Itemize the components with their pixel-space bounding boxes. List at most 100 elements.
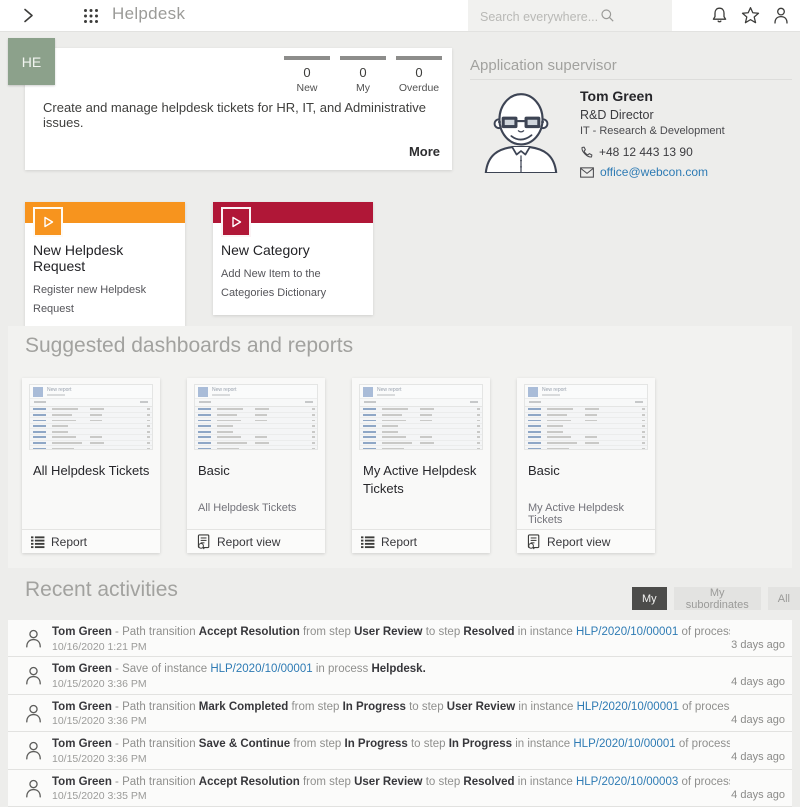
card-footer-label: Report view <box>217 535 280 549</box>
hero-description: Create and manage helpdesk tickets for H… <box>43 100 435 130</box>
play-icon[interactable] <box>33 207 63 237</box>
card-thumbnail: New report <box>194 384 318 450</box>
apps-grid-icon[interactable] <box>82 7 100 25</box>
dashboard-card[interactable]: New report Basic My Active Helpdesk Tick… <box>517 378 655 553</box>
counter: 0 New <box>284 56 330 94</box>
activity-age: 4 days ago <box>731 789 785 801</box>
suggested-section: Suggested dashboards and reports New rep… <box>8 326 792 568</box>
counter-value: 0 <box>340 65 386 80</box>
counter-bar <box>396 56 442 60</box>
activity-date: 10/16/2020 1:21 PM <box>52 641 147 653</box>
activity-row: Tom Green - Path transition Accept Resol… <box>8 620 792 657</box>
dashboard-card[interactable]: New report My Active Helpdesk Tickets Re… <box>352 378 490 553</box>
counter-bar <box>284 56 330 60</box>
thumb-report-label: New report <box>377 387 401 393</box>
supervisor-divider <box>470 79 792 80</box>
activity-filters: My My subordinates All <box>632 587 800 610</box>
thumb-report-label: New report <box>542 387 566 393</box>
supervisor-phone: +48 12 443 13 90 <box>599 145 693 159</box>
activity-age: 4 days ago <box>731 676 785 688</box>
table-icon <box>31 535 45 549</box>
thumb-report-tile <box>33 387 43 397</box>
instance-link[interactable]: HLP/2020/10/00001 <box>576 626 678 638</box>
card-footer: Report view <box>517 529 655 553</box>
counter-label: New <box>284 82 330 94</box>
activity-text: Tom Green - Save of instance HLP/2020/10… <box>52 663 730 675</box>
activity-row: Tom Green - Path transition Save & Conti… <box>8 732 792 769</box>
user-icon <box>24 665 43 686</box>
activity-date: 10/15/2020 3:35 PM <box>52 790 147 802</box>
thumb-report-tile <box>363 387 373 397</box>
helpdesk-portal-page: Helpdesk HE 0 New 0 My 0 Overdue Create <box>0 0 800 807</box>
counter-label: My <box>340 82 386 94</box>
instance-link[interactable]: HLP/2020/10/00001 <box>573 738 675 750</box>
favorites-star-icon[interactable] <box>741 6 760 25</box>
card-title: My Active Helpdesk Tickets <box>363 462 482 497</box>
activity-date: 10/15/2020 3:36 PM <box>52 678 147 690</box>
card-footer: Report view <box>187 529 325 553</box>
supervisor-email-link[interactable]: office@webcon.com <box>600 165 708 179</box>
dashboard-card[interactable]: New report Basic All Helpdesk Tickets Re… <box>187 378 325 553</box>
action-tile[interactable]: New Category Add New Item to the Categor… <box>213 202 373 315</box>
dashboard-card[interactable]: New report All Helpdesk Tickets Report <box>22 378 160 553</box>
card-thumbnail: New report <box>359 384 483 450</box>
counter-value: 0 <box>284 65 330 80</box>
thumb-report-tile <box>198 387 208 397</box>
action-subtitle: Add New Item to the Categories Dictionar… <box>213 258 373 302</box>
counter-label: Overdue <box>396 82 442 94</box>
counter: 0 Overdue <box>396 56 442 94</box>
supervisor-department: IT - Research & Development <box>580 125 795 137</box>
phone-icon <box>580 146 593 159</box>
counters: 0 New 0 My 0 Overdue <box>284 56 442 94</box>
suggested-heading: Suggested dashboards and reports <box>25 334 353 358</box>
page-title: Helpdesk <box>112 4 185 24</box>
search-input[interactable] <box>478 0 600 33</box>
filter-button[interactable]: My <box>632 587 667 610</box>
thumb-report-label: New report <box>47 387 71 393</box>
card-footer-label: Report <box>51 535 87 549</box>
more-button[interactable]: More <box>409 144 440 159</box>
filter-button[interactable]: My subordinates <box>674 587 761 610</box>
top-bar: Helpdesk <box>0 0 800 32</box>
profile-icon[interactable] <box>772 6 790 25</box>
activity-text: Tom Green - Path transition Save & Conti… <box>52 738 730 750</box>
instance-link[interactable]: HLP/2020/10/00001 <box>577 701 679 713</box>
report-view-icon <box>196 534 211 550</box>
card-footer: Report <box>22 529 160 553</box>
activity-row: Tom Green - Save of instance HLP/2020/10… <box>8 657 792 694</box>
supervisor-details: Tom Green R&D Director IT - Research & D… <box>580 88 795 185</box>
app-tile[interactable]: HE <box>8 38 55 85</box>
card-subtitle: My Active Helpdesk Tickets <box>528 502 650 526</box>
card-thumbnail: New report <box>29 384 153 450</box>
card-subtitle: All Helpdesk Tickets <box>198 502 320 514</box>
user-icon <box>24 628 43 649</box>
notifications-bell-icon[interactable] <box>710 6 729 26</box>
supervisor-heading: Application supervisor <box>470 57 617 74</box>
supervisor-name: Tom Green <box>580 88 795 104</box>
activity-date: 10/15/2020 3:36 PM <box>52 753 147 765</box>
supervisor-role: R&D Director <box>580 108 795 122</box>
filter-button[interactable]: All <box>768 587 800 610</box>
table-icon <box>361 535 375 549</box>
play-icon[interactable] <box>221 207 251 237</box>
activities-heading: Recent activities <box>25 578 178 602</box>
card-title: Basic <box>528 462 647 480</box>
instance-link[interactable]: HLP/2020/10/00001 <box>210 663 312 675</box>
activity-text: Tom Green - Path transition Mark Complet… <box>52 701 730 713</box>
search-icon[interactable] <box>600 8 615 23</box>
activity-row: Tom Green - Path transition Accept Resol… <box>8 770 792 807</box>
action-subtitle: Register new Helpdesk Request <box>25 274 185 318</box>
thumb-report-label: New report <box>212 387 236 393</box>
action-tile[interactable]: New Helpdesk Request Register new Helpde… <box>25 202 185 331</box>
counter: 0 My <box>340 56 386 94</box>
instance-link[interactable]: HLP/2020/10/00003 <box>576 776 678 788</box>
card-title: All Helpdesk Tickets <box>33 462 152 480</box>
expand-sidebar-icon[interactable] <box>20 7 36 24</box>
activity-list: Tom Green - Path transition Accept Resol… <box>8 620 792 807</box>
activity-row: Tom Green - Path transition Mark Complet… <box>8 695 792 732</box>
card-thumbnail: New report <box>524 384 648 450</box>
card-footer-label: Report <box>381 535 417 549</box>
activity-age: 4 days ago <box>731 751 785 763</box>
activity-age: 4 days ago <box>731 714 785 726</box>
card-footer-label: Report view <box>547 535 610 549</box>
